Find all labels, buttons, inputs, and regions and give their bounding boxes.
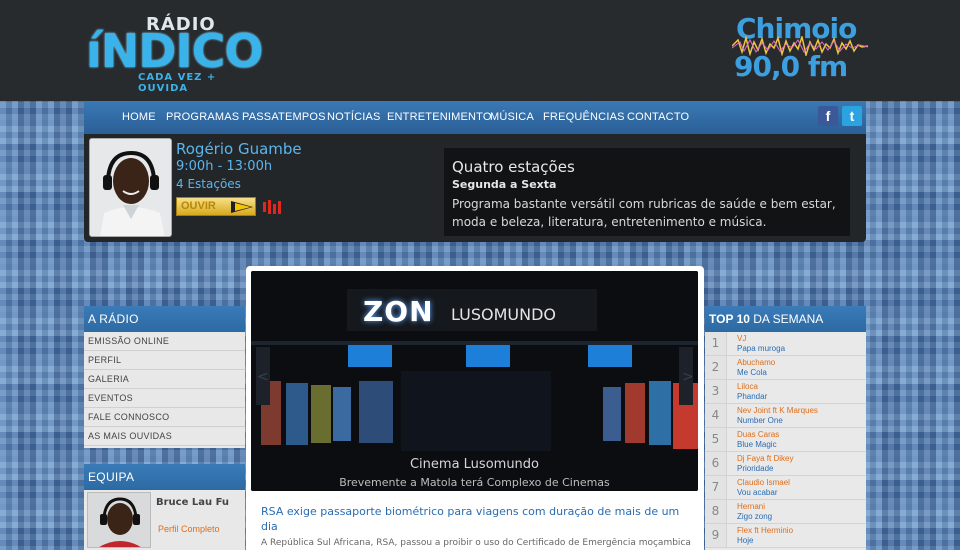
media-player-icon[interactable] xyxy=(262,200,282,217)
main-nav: HOME PROGRAMAS PASSATEMPOS NOTÍCIAS ENTR… xyxy=(84,101,866,134)
nav-contacto[interactable]: CONTACTO xyxy=(627,111,689,123)
top10-rank: 5 xyxy=(705,428,727,451)
top10-row[interactable]: 1 VJ Papa muroga xyxy=(705,332,866,356)
top10-artist: Abuchamo xyxy=(737,358,776,367)
top10-title-bold: TOP 10 xyxy=(709,312,750,326)
news-excerpt: A República Sul Africana, RSA, passou a … xyxy=(261,538,691,548)
top10-title-rest: DA SEMANA xyxy=(749,312,824,326)
twitter-icon[interactable]: t xyxy=(842,106,862,126)
slide-subcaption: Brevemente a Matola terá Complexo de Cin… xyxy=(339,476,610,489)
top10-rank: 7 xyxy=(705,476,727,499)
news-headline[interactable]: RSA exige passaporte biométrico para via… xyxy=(259,502,691,534)
top10-artist: Dj Faya ft Dikey xyxy=(737,454,794,463)
nav-noticias[interactable]: NOTÍCIAS xyxy=(327,111,381,123)
site-header: RÁDIO íNDICO CADA VEZ + OUVIDA Chimoio 9… xyxy=(0,0,960,101)
team-member-name: Bruce Lau Fu xyxy=(156,497,230,508)
top10-rank: 6 xyxy=(705,452,727,475)
logo-indico-text: íNDICO xyxy=(86,24,263,78)
chimoio-logo-line2: 90,0 fm xyxy=(734,50,848,83)
top10-song: Prioridade xyxy=(737,464,774,473)
nav-musica[interactable]: MÚSICA xyxy=(490,111,534,123)
top10-row[interactable]: 9 Flex ft Herminio Hoje xyxy=(705,524,866,548)
top10-artist: Liloca xyxy=(737,382,758,391)
top10-song: Hoje xyxy=(737,536,754,545)
radio-menu-title: A RÁDIO xyxy=(84,306,245,332)
chimoio-fm-logo: Chimoio 90,0 fm xyxy=(732,12,872,88)
speaker-icon xyxy=(263,200,281,214)
host-portrait-illustration xyxy=(90,139,171,236)
top10-song: Papa muroga xyxy=(737,344,786,353)
top10-artist: Flex ft Herminio xyxy=(737,526,794,535)
top10-row[interactable]: 5 Duas Caras Blue Magic xyxy=(705,428,866,452)
top10-rank: 2 xyxy=(705,356,727,379)
host-name: Rogério Guambe xyxy=(176,140,302,158)
team-box: EQUIPA Bruce Lau Fu Perfil Completo xyxy=(84,464,245,550)
top10-rank: 4 xyxy=(705,404,727,427)
facebook-icon[interactable]: f xyxy=(818,106,838,126)
menu-item-galeria[interactable]: GALERIA xyxy=(84,370,245,389)
top10-row[interactable]: 6 Dj Faya ft Dikey Prioridade xyxy=(705,452,866,476)
menu-item-eventos[interactable]: EVENTOS xyxy=(84,389,245,408)
menu-item-fale-connosco[interactable]: FALE CONNOSCO xyxy=(84,408,245,427)
arrow-right-inner-icon xyxy=(235,203,251,211)
top10-row[interactable]: 8 Hernani Zigo zong xyxy=(705,500,866,524)
nav-entretenimento[interactable]: ENTRETENIMENTO xyxy=(387,111,492,123)
top10-song: Zigo zong xyxy=(737,512,773,521)
team-member-avatar[interactable] xyxy=(87,492,151,548)
featured-slideshow[interactable]: < > ZON LUSOMUNDO Cinema Lusomundo Breve… xyxy=(251,271,698,491)
top10-artist: Nev Joint ft K Marques xyxy=(737,406,818,415)
listen-label: OUVIR xyxy=(181,200,216,212)
show-time: 9:00h - 13:00h xyxy=(176,159,273,174)
main-content: < > ZON LUSOMUNDO Cinema Lusomundo Breve… xyxy=(246,266,704,550)
nav-frequencias[interactable]: FREQUÊNCIAS xyxy=(543,111,625,123)
team-title: EQUIPA xyxy=(84,464,245,490)
svg-text:>: > xyxy=(682,369,694,385)
top10-rank: 1 xyxy=(705,332,727,355)
program-days: Segunda a Sexta xyxy=(452,178,557,191)
show-name: 4 Estações xyxy=(176,177,241,191)
program-info-box: Quatro estações Segunda a Sexta Programa… xyxy=(444,148,850,236)
top10-rank: 8 xyxy=(705,500,727,523)
nav-programas[interactable]: PROGRAMAS xyxy=(166,111,239,123)
team-member-portrait xyxy=(88,493,150,547)
top10-song: Number One xyxy=(737,416,783,425)
top10-rank: 3 xyxy=(705,380,727,403)
slide-caption: Cinema Lusomundo xyxy=(409,457,540,472)
top10-song: Vou acabar xyxy=(737,488,778,497)
top10-row[interactable]: 7 Claudio Ismael Vou acabar xyxy=(705,476,866,500)
menu-item-emissao-online[interactable]: EMISSÃO ONLINE xyxy=(84,332,245,351)
radio-indico-logo[interactable]: RÁDIO íNDICO CADA VEZ + OUVIDA xyxy=(86,8,263,98)
slide-sign-zon: ZON xyxy=(363,295,434,328)
logo-tagline: CADA VEZ + OUVIDA xyxy=(138,72,217,94)
radio-menu: A RÁDIO EMISSÃO ONLINE PERFIL GALERIA EV… xyxy=(84,306,245,448)
host-avatar xyxy=(89,138,172,237)
nav-passatempos[interactable]: PASSATEMPOS xyxy=(242,111,326,123)
menu-item-perfil[interactable]: PERFIL xyxy=(84,351,245,370)
program-description: Programa bastante versátil com rubricas … xyxy=(452,197,836,229)
top10-chart: TOP 10 DA SEMANA 1 VJ Papa muroga 2 Abuc… xyxy=(705,306,866,550)
top10-artist: Claudio Ismael xyxy=(737,478,790,487)
listen-button[interactable]: OUVIR xyxy=(176,197,256,216)
top10-title: TOP 10 DA SEMANA xyxy=(705,306,866,332)
top10-song: Me Cola xyxy=(737,368,767,377)
top10-artist: Duas Caras xyxy=(737,430,780,439)
program-title: Quatro estações xyxy=(452,158,575,176)
news-headline-text: RSA exige passaporte biométrico para via… xyxy=(261,505,680,533)
now-playing-bar: Rogério Guambe 9:00h - 13:00h 4 Estações… xyxy=(84,134,866,242)
slide-sign-lusomundo: LUSOMUNDO xyxy=(451,305,556,324)
nav-home[interactable]: HOME xyxy=(122,111,156,123)
top10-song: Blue Magic xyxy=(737,440,777,449)
top10-artist: Hernani xyxy=(737,502,766,511)
svg-text:<: < xyxy=(257,369,269,385)
top10-artist: VJ xyxy=(737,334,747,343)
team-profile-link[interactable]: Perfil Completo xyxy=(158,524,220,534)
top10-row[interactable]: 2 Abuchamo Me Cola xyxy=(705,356,866,380)
top10-song: Phandar xyxy=(737,392,768,401)
top10-row[interactable]: 4 Nev Joint ft K Marques Number One xyxy=(705,404,866,428)
top10-row[interactable]: 3 Liloca Phandar xyxy=(705,380,866,404)
menu-item-mais-ouvidas[interactable]: AS MAIS OUVIDAS xyxy=(84,427,245,446)
top10-rank: 9 xyxy=(705,524,727,547)
